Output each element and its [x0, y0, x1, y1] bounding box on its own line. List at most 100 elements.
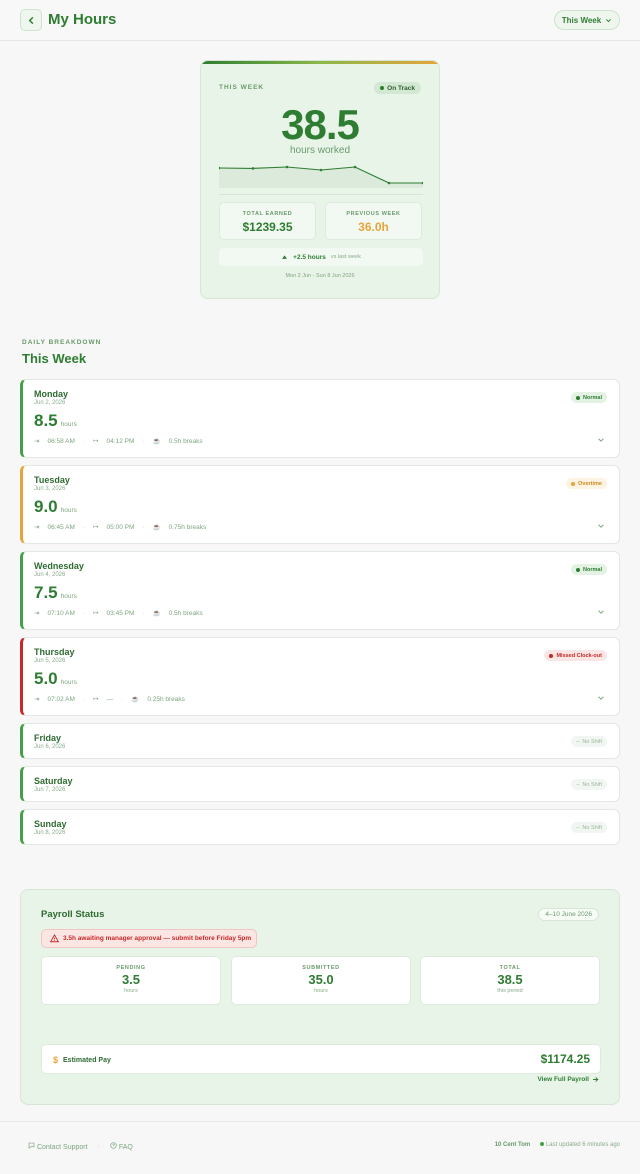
clock-out-time: —: [106, 695, 114, 703]
status-badge: Missed Clock-out: [544, 650, 607, 661]
brand-name: 10 Cent Tom: [494, 1142, 531, 1148]
status-badge: Normal: [571, 392, 607, 403]
payroll-range: 4–10 June 2026: [538, 908, 599, 921]
clock-in-time: 07:10 AM: [47, 609, 75, 617]
pending-label: PENDING: [116, 965, 146, 971]
clock-in-icon: ⇥: [34, 610, 40, 617]
back-button[interactable]: [20, 9, 42, 31]
total-earned-box: TOTAL EARNED $1239.35: [219, 202, 316, 240]
section-label: DAILY BREAKDOWN: [22, 339, 102, 346]
expand-chevron-icon[interactable]: [597, 608, 605, 616]
day-times: ⇥ 07:10 AM · ↦ 03:45 PM · ☕ 0.5h breaks: [34, 609, 203, 618]
dash-icon: –: [576, 781, 580, 788]
submitted-stat: SUBMITTED 35.0 hours: [231, 956, 411, 1005]
help-icon: [110, 1142, 117, 1149]
live-dot-icon: [540, 1142, 545, 1146]
status-dot-icon: [380, 86, 385, 90]
break-duration: 0.5h breaks: [168, 437, 203, 445]
coffee-icon: ☕: [152, 524, 161, 531]
estimated-pay-text: Estimated Pay: [63, 1056, 111, 1064]
total-label: TOTAL: [499, 965, 521, 971]
separator: ·: [82, 437, 86, 445]
estimated-pay-row: $ Estimated Pay $1174.25: [41, 1044, 601, 1074]
day-hours-value: 9.0: [34, 497, 58, 516]
clock-in-time: 06:58 AM: [47, 437, 75, 445]
last-updated: Last updated 6 minutes ago: [540, 1142, 620, 1148]
clock-out-icon: ↦: [93, 438, 99, 445]
faq-label: FAQ: [118, 1144, 133, 1151]
status-label: No Shift: [582, 781, 602, 788]
clock-in-icon: ⇥: [34, 524, 40, 531]
clock-in-time: 07:02 AM: [47, 695, 75, 703]
day-hours: 5.0 hours: [34, 669, 77, 689]
dash-icon: –: [576, 738, 580, 745]
expand-chevron-icon[interactable]: [597, 694, 605, 702]
alert-text: 3.5h awaiting manager approval — submit …: [63, 935, 252, 942]
status-label: Normal: [583, 566, 602, 573]
day-date: Jun 2, 2026: [34, 400, 66, 406]
status-badge: – No Shift: [571, 822, 607, 833]
footer: Contact Support · FAQ 10 Cent Tom Last u…: [0, 1121, 640, 1174]
hours-unit: hours worked: [289, 145, 351, 156]
day-hours-value: 5.0: [34, 669, 58, 688]
total-value: 38.5: [497, 972, 523, 987]
contact-support-label: Contact Support: [36, 1144, 88, 1151]
coffee-icon: ☕: [152, 610, 161, 617]
day-name: Monday: [34, 389, 69, 399]
coffee-icon: ☕: [131, 696, 140, 703]
status-badge: Overtime: [566, 478, 607, 489]
clock-out-time: 05:00 PM: [106, 523, 135, 531]
separator: ·: [142, 437, 145, 445]
status-badge: Normal: [571, 564, 607, 575]
day-card-sunday[interactable]: Sunday Jun 8, 2026 – No Shift: [20, 809, 620, 845]
status-label: Missed Clock-out: [556, 652, 602, 659]
status-label: No Shift: [582, 738, 602, 745]
day-hours-unit: hours: [60, 593, 77, 600]
view-full-payroll-link[interactable]: View Full Payroll: [537, 1076, 599, 1083]
pending-unit: hours: [124, 988, 138, 994]
day-times: ⇥ 07:02 AM · ↦ — · ☕ 0.25h breaks: [34, 695, 185, 704]
previous-week-value: 36.0h: [358, 220, 389, 234]
day-hours: 7.5 hours: [34, 583, 77, 603]
separator: ·: [82, 695, 86, 703]
day-card-monday[interactable]: Monday Jun 2, 2026 8.5 hours ⇥ 06:58 AM · …: [20, 379, 620, 458]
status-dot-icon: [576, 567, 581, 572]
expand-chevron-icon[interactable]: [597, 436, 605, 444]
summary-label: THIS WEEK: [219, 84, 265, 91]
break-duration: 0.75h breaks: [168, 523, 207, 531]
clock-in-icon: ⇥: [34, 696, 40, 703]
contact-support-link[interactable]: Contact Support: [28, 1142, 88, 1151]
day-card-friday[interactable]: Friday Jun 6, 2026 – No Shift: [20, 723, 620, 759]
day-card-saturday[interactable]: Saturday Jun 7, 2026 – No Shift: [20, 766, 620, 802]
weekly-summary-card: THIS WEEK On Track 38.5 hours worked TOT…: [200, 60, 440, 299]
day-card-wednesday[interactable]: Wednesday Jun 4, 2026 7.5 hours ⇥ 07:10 AM…: [20, 551, 620, 630]
sparkline-point: [285, 165, 289, 169]
delta-value: +2.5 hours: [293, 253, 326, 261]
section-title: This Week: [22, 351, 87, 366]
sparkline-point: [319, 168, 323, 172]
card-accent-line: [201, 61, 439, 64]
day-name: Sunday: [34, 819, 67, 829]
clock-out-icon: ↦: [93, 524, 99, 531]
payroll-title: Payroll Status: [41, 909, 105, 920]
day-card-tuesday[interactable]: Tuesday Jun 3, 2026 9.0 hours ⇥ 06:45 AM ·…: [20, 465, 620, 544]
day-times: ⇥ 06:58 AM · ↦ 04:12 PM · ☕ 0.5h breaks: [34, 437, 203, 446]
divider: [219, 194, 423, 195]
week-range: Mon 2 Jun - Sun 8 Jun 2026: [285, 273, 355, 279]
day-date: Jun 4, 2026: [34, 572, 66, 578]
period-dropdown[interactable]: This Week: [554, 10, 620, 30]
day-hours-unit: hours: [60, 679, 77, 686]
payroll-status-card: Payroll Status 4–10 June 2026 3.5h await…: [20, 889, 620, 1105]
total-stat: TOTAL 38.5 this period: [420, 956, 600, 1005]
clock-in-time: 06:45 AM: [47, 523, 75, 531]
day-card-thursday[interactable]: Thursday Jun 5, 2026 5.0 hours ⇥ 07:02 AM …: [20, 637, 620, 716]
separator: ·: [97, 1143, 100, 1150]
status-dot-icon: [571, 481, 576, 486]
submitted-unit: hours: [314, 988, 328, 994]
sparkline-point: [251, 167, 255, 170]
last-updated-text: Last updated 6 minutes ago: [545, 1142, 620, 1148]
day-hours-unit: hours: [60, 421, 77, 428]
faq-link[interactable]: FAQ: [110, 1142, 133, 1151]
day-date: Jun 3, 2026: [34, 486, 66, 492]
expand-chevron-icon[interactable]: [597, 522, 605, 530]
